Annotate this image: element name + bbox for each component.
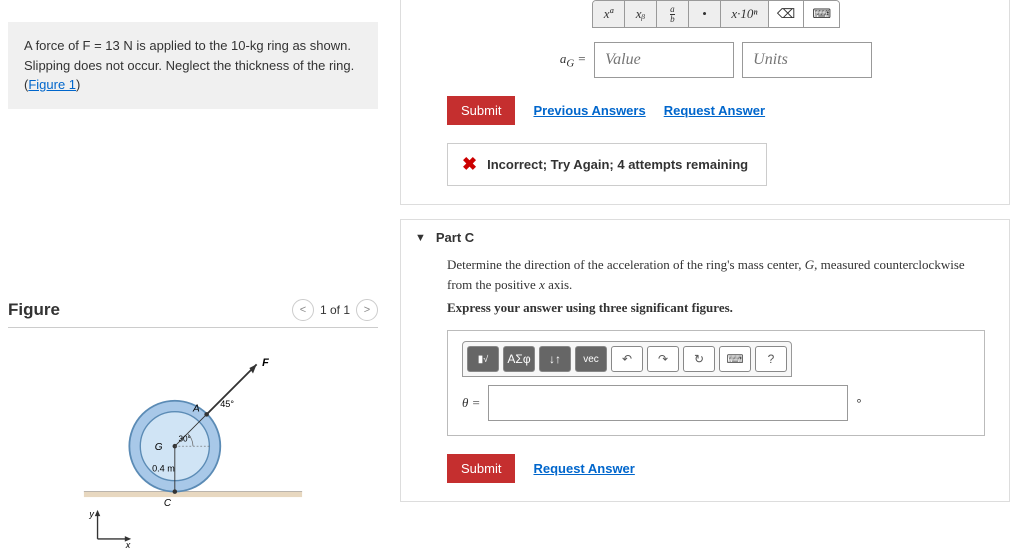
label-x: x xyxy=(125,540,131,548)
keyboard-button-c[interactable]: ⌨ xyxy=(719,346,751,372)
label-G: G xyxy=(155,441,163,452)
feedback-box: ✖ Incorrect; Try Again; 4 attempts remai… xyxy=(447,143,767,186)
submit-button-c[interactable]: Submit xyxy=(447,454,515,483)
var-label-ag: aG = xyxy=(560,51,586,70)
symbol-toolbar-b: xª xᵦ ab • x·10ⁿ ⌫ ⌨ xyxy=(592,0,840,28)
vec-button[interactable]: vec xyxy=(575,346,607,372)
label-45: 45° xyxy=(220,399,234,409)
prev-figure-button[interactable]: < xyxy=(292,299,314,321)
template-button[interactable]: ▮√ xyxy=(467,346,499,372)
unit-degree: ° xyxy=(856,396,861,411)
sym-xb-button[interactable]: xᵦ xyxy=(625,1,657,27)
value-input-b[interactable] xyxy=(594,42,734,78)
problem-statement: A force of F = 13 N is applied to the 10… xyxy=(8,22,378,109)
symbol-toolbar-c: ▮√ ΑΣφ ↓↑ vec ↶ ↷ ↻ ⌨ ? xyxy=(462,341,792,377)
sym-xten-button[interactable]: x·10ⁿ xyxy=(721,1,769,27)
figure-page-text: 1 of 1 xyxy=(320,303,350,317)
caret-down-icon: ▼ xyxy=(415,232,426,244)
figure-pager: < 1 of 1 > xyxy=(292,299,378,321)
greek-button[interactable]: ΑΣφ xyxy=(503,346,535,372)
sym-dot-button[interactable]: • xyxy=(689,1,721,27)
reset-button[interactable]: ↻ xyxy=(683,346,715,372)
sym-keyboard-button[interactable]: ⌨ xyxy=(804,1,839,27)
value-input-c[interactable] xyxy=(488,385,848,421)
part-c-title: Part C xyxy=(436,230,474,245)
label-30: 30° xyxy=(178,434,190,443)
feedback-message: Incorrect; Try Again; 4 attempts remaini… xyxy=(487,157,748,172)
figure-title: Figure xyxy=(8,300,60,320)
sym-frac-button[interactable]: ab xyxy=(657,1,689,27)
undo-button[interactable]: ↶ xyxy=(611,346,643,372)
sym-backspace-button[interactable]: ⌫ xyxy=(769,1,804,27)
label-radius: 0.4 m xyxy=(152,463,175,473)
previous-answers-link[interactable]: Previous Answers xyxy=(533,103,645,118)
units-input-b[interactable] xyxy=(742,42,872,78)
arrows-button[interactable]: ↓↑ xyxy=(539,346,571,372)
next-figure-button[interactable]: > xyxy=(356,299,378,321)
label-y: y xyxy=(88,509,94,519)
part-c-instruction: Express your answer using three signific… xyxy=(447,300,985,316)
problem-text-after: ) xyxy=(76,77,80,92)
part-c-prompt: Determine the direction of the accelerat… xyxy=(447,255,985,294)
figure-diagram: G A F 45° 30° 0.4 m C y x xyxy=(8,348,378,548)
label-A: A xyxy=(192,403,200,414)
figure-link[interactable]: Figure 1 xyxy=(28,77,76,92)
var-label-theta: θ = xyxy=(462,395,480,411)
submit-button-b[interactable]: Submit xyxy=(447,96,515,125)
incorrect-icon: ✖ xyxy=(462,154,477,175)
sym-xa-button[interactable]: xª xyxy=(593,1,625,27)
label-F: F xyxy=(262,357,269,369)
part-c-header[interactable]: ▼ Part C xyxy=(401,220,1009,255)
request-answer-link-b[interactable]: Request Answer xyxy=(664,103,765,118)
help-button[interactable]: ? xyxy=(755,346,787,372)
request-answer-link-c[interactable]: Request Answer xyxy=(533,461,634,476)
redo-button[interactable]: ↷ xyxy=(647,346,679,372)
label-C: C xyxy=(164,498,172,509)
